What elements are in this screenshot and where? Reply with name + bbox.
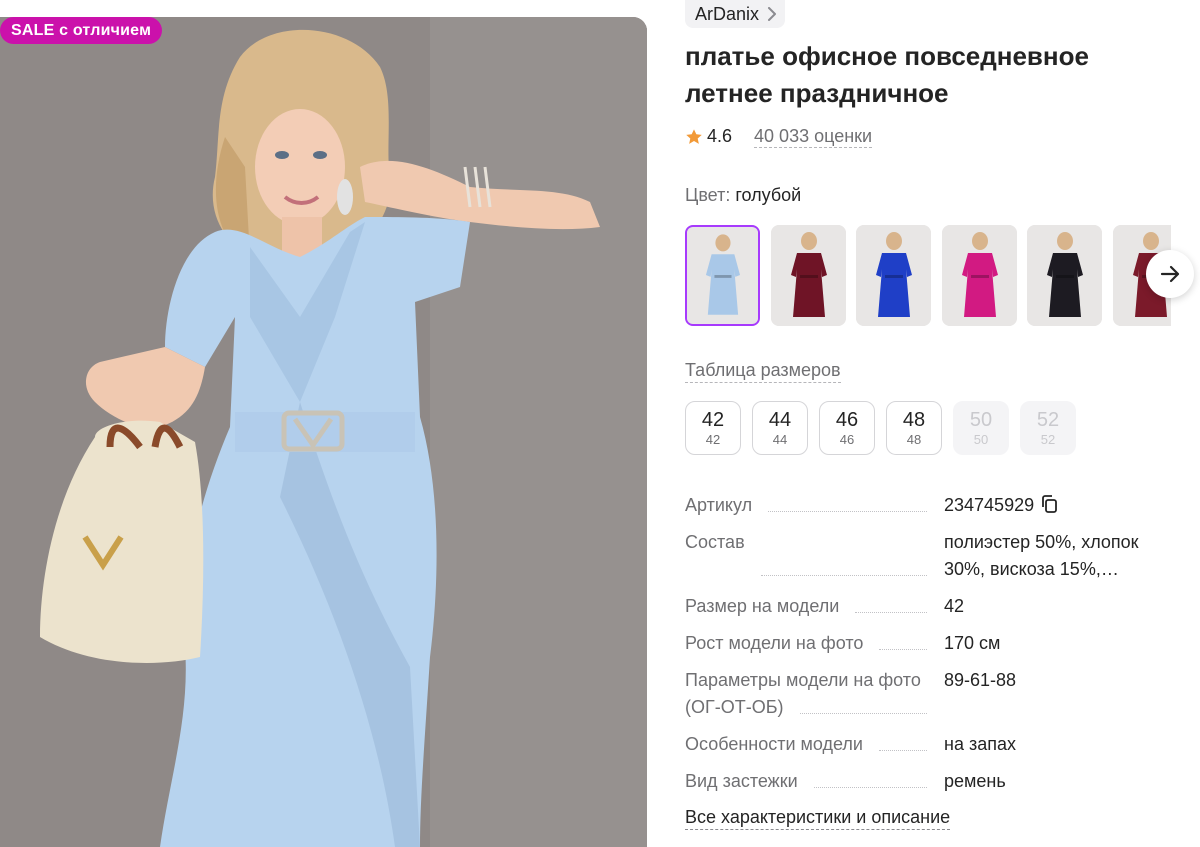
spec-value-text: 170 см [944, 633, 1001, 653]
size-intl-label: 42 [705, 431, 721, 447]
spec-key: Размер на модели [685, 593, 927, 620]
size-option[interactable]: 46 46 [819, 401, 875, 455]
color-value: голубой [735, 185, 802, 205]
spec-dotted-leader [855, 612, 927, 613]
copy-icon[interactable] [1040, 494, 1058, 514]
spec-row: Артикул 234745929 [685, 492, 1175, 519]
size-ru-label: 46 [835, 408, 859, 431]
color-line: Цвет: голубой [685, 185, 801, 206]
spec-key-text: Вид застежки [685, 771, 798, 791]
spec-key: Состав [685, 529, 927, 583]
reviews-link[interactable]: 40 033 оценки [754, 125, 873, 148]
swatch-thumbnail [770, 225, 846, 326]
spec-value-text: полиэстер 50%, хлопок 30%, вискоза 15%,… [944, 532, 1139, 579]
spec-value: 234745929 [944, 492, 1175, 519]
spec-dotted-leader [813, 787, 927, 788]
spec-dotted-leader [879, 750, 927, 751]
size-ru-label: 48 [902, 408, 926, 431]
spec-key: Параметры модели на фото (ОГ-ОТ-ОБ) [685, 667, 927, 721]
size-ru-label: 44 [768, 408, 792, 431]
specs-list: Артикул 234745929 Состав полиэстер 50%, хло… [685, 492, 1175, 805]
swatch-thumbnail [687, 227, 758, 324]
product-title: платье офисное повседневное летнее празд… [685, 41, 1089, 108]
swatches-next-button[interactable] [1146, 250, 1194, 298]
size-option[interactable]: 48 48 [886, 401, 942, 455]
color-swatch-fuchsia[interactable] [941, 225, 1017, 326]
size-ru-label: 42 [701, 408, 725, 431]
spec-row: Параметры модели на фото (ОГ-ОТ-ОБ) 89-61… [685, 667, 1175, 721]
spec-key: Вид застежки [685, 768, 927, 795]
size-intl-label: 46 [839, 431, 855, 447]
arrow-right-icon [1160, 265, 1180, 283]
color-swatch-burgundy[interactable] [770, 225, 846, 326]
spec-value: 170 см [944, 630, 1175, 657]
spec-value-text: на запах [944, 734, 1016, 754]
spec-dotted-leader [760, 575, 927, 576]
star-icon [686, 128, 702, 144]
all-specs-link[interactable]: Все характеристики и описание [685, 805, 951, 830]
spec-dotted-leader [799, 713, 927, 714]
spec-key-text: Рост модели на фото [685, 633, 864, 653]
spec-key-text: Артикул [685, 495, 753, 515]
product-photo-illustration [0, 17, 647, 847]
swatch-thumbnail [1027, 225, 1102, 326]
spec-key: Рост модели на фото [685, 630, 927, 657]
size-option: 52 52 [1020, 401, 1076, 455]
color-swatches [685, 225, 1171, 326]
rating-value: 4.6 [707, 126, 733, 146]
color-swatch-black-floral[interactable] [1027, 225, 1102, 326]
size-ru-label: 50 [969, 408, 993, 431]
spec-key: Особенности модели [685, 731, 927, 758]
color-swatch-royal-blue[interactable] [856, 225, 931, 326]
sale-badge: SALE с отличием [0, 17, 163, 44]
color-swatch-light-blue[interactable] [685, 225, 760, 326]
spec-key-text: Параметры модели на фото (ОГ-ОТ-ОБ) [685, 670, 921, 717]
size-selector: 42 42 44 44 46 46 48 48 50 50 52 52 [685, 401, 1076, 455]
spec-dotted-leader [879, 649, 927, 650]
spec-value: 42 [944, 593, 1175, 620]
spec-key: Артикул [685, 492, 927, 519]
spec-value: полиэстер 50%, хлопок 30%, вискоза 15%,… [944, 529, 1175, 583]
spec-row: Состав полиэстер 50%, хлопок 30%, вискоза… [685, 529, 1175, 583]
spec-value-text: 42 [944, 596, 965, 616]
spec-value: ремень [944, 768, 1175, 795]
size-ru-label: 52 [1036, 408, 1060, 431]
spec-value: 89-61-88 [944, 667, 1175, 721]
swatch-thumbnail [941, 225, 1017, 326]
spec-value: на запах [944, 731, 1175, 758]
size-option[interactable]: 44 44 [752, 401, 808, 455]
spec-dotted-leader [768, 511, 927, 512]
spec-value-text: ремень [944, 771, 1006, 791]
size-intl-label: 52 [1040, 431, 1056, 447]
spec-row: Вид застежки ремень [685, 768, 1175, 795]
size-table-link[interactable]: Таблица размеров [685, 358, 841, 383]
brand-name: ArDanix [695, 3, 760, 24]
spec-key-text: Особенности модели [685, 734, 863, 754]
spec-value-text: 234745929 [944, 495, 1035, 515]
spec-key-text: Размер на модели [685, 596, 840, 616]
spec-value-text: 89-61-88 [944, 670, 1017, 690]
size-option[interactable]: 42 42 [685, 401, 741, 455]
size-intl-label: 50 [973, 431, 989, 447]
size-intl-label: 44 [772, 431, 788, 447]
size-option: 50 50 [953, 401, 1009, 455]
size-intl-label: 48 [906, 431, 922, 447]
product-photo[interactable] [0, 17, 647, 847]
spec-row: Особенности модели на запах [685, 731, 1175, 758]
swatch-thumbnail [856, 225, 931, 326]
color-label: Цвет: [685, 185, 731, 205]
chevron-right-icon [768, 7, 777, 21]
spec-row: Размер на модели 42 [685, 593, 1175, 620]
brand-link[interactable]: ArDanix [685, 0, 786, 28]
rating-row: 4.6 40 033 оценки [685, 125, 873, 148]
spec-key-text: Состав [685, 532, 745, 552]
spec-row: Рост модели на фото 170 см [685, 630, 1175, 657]
